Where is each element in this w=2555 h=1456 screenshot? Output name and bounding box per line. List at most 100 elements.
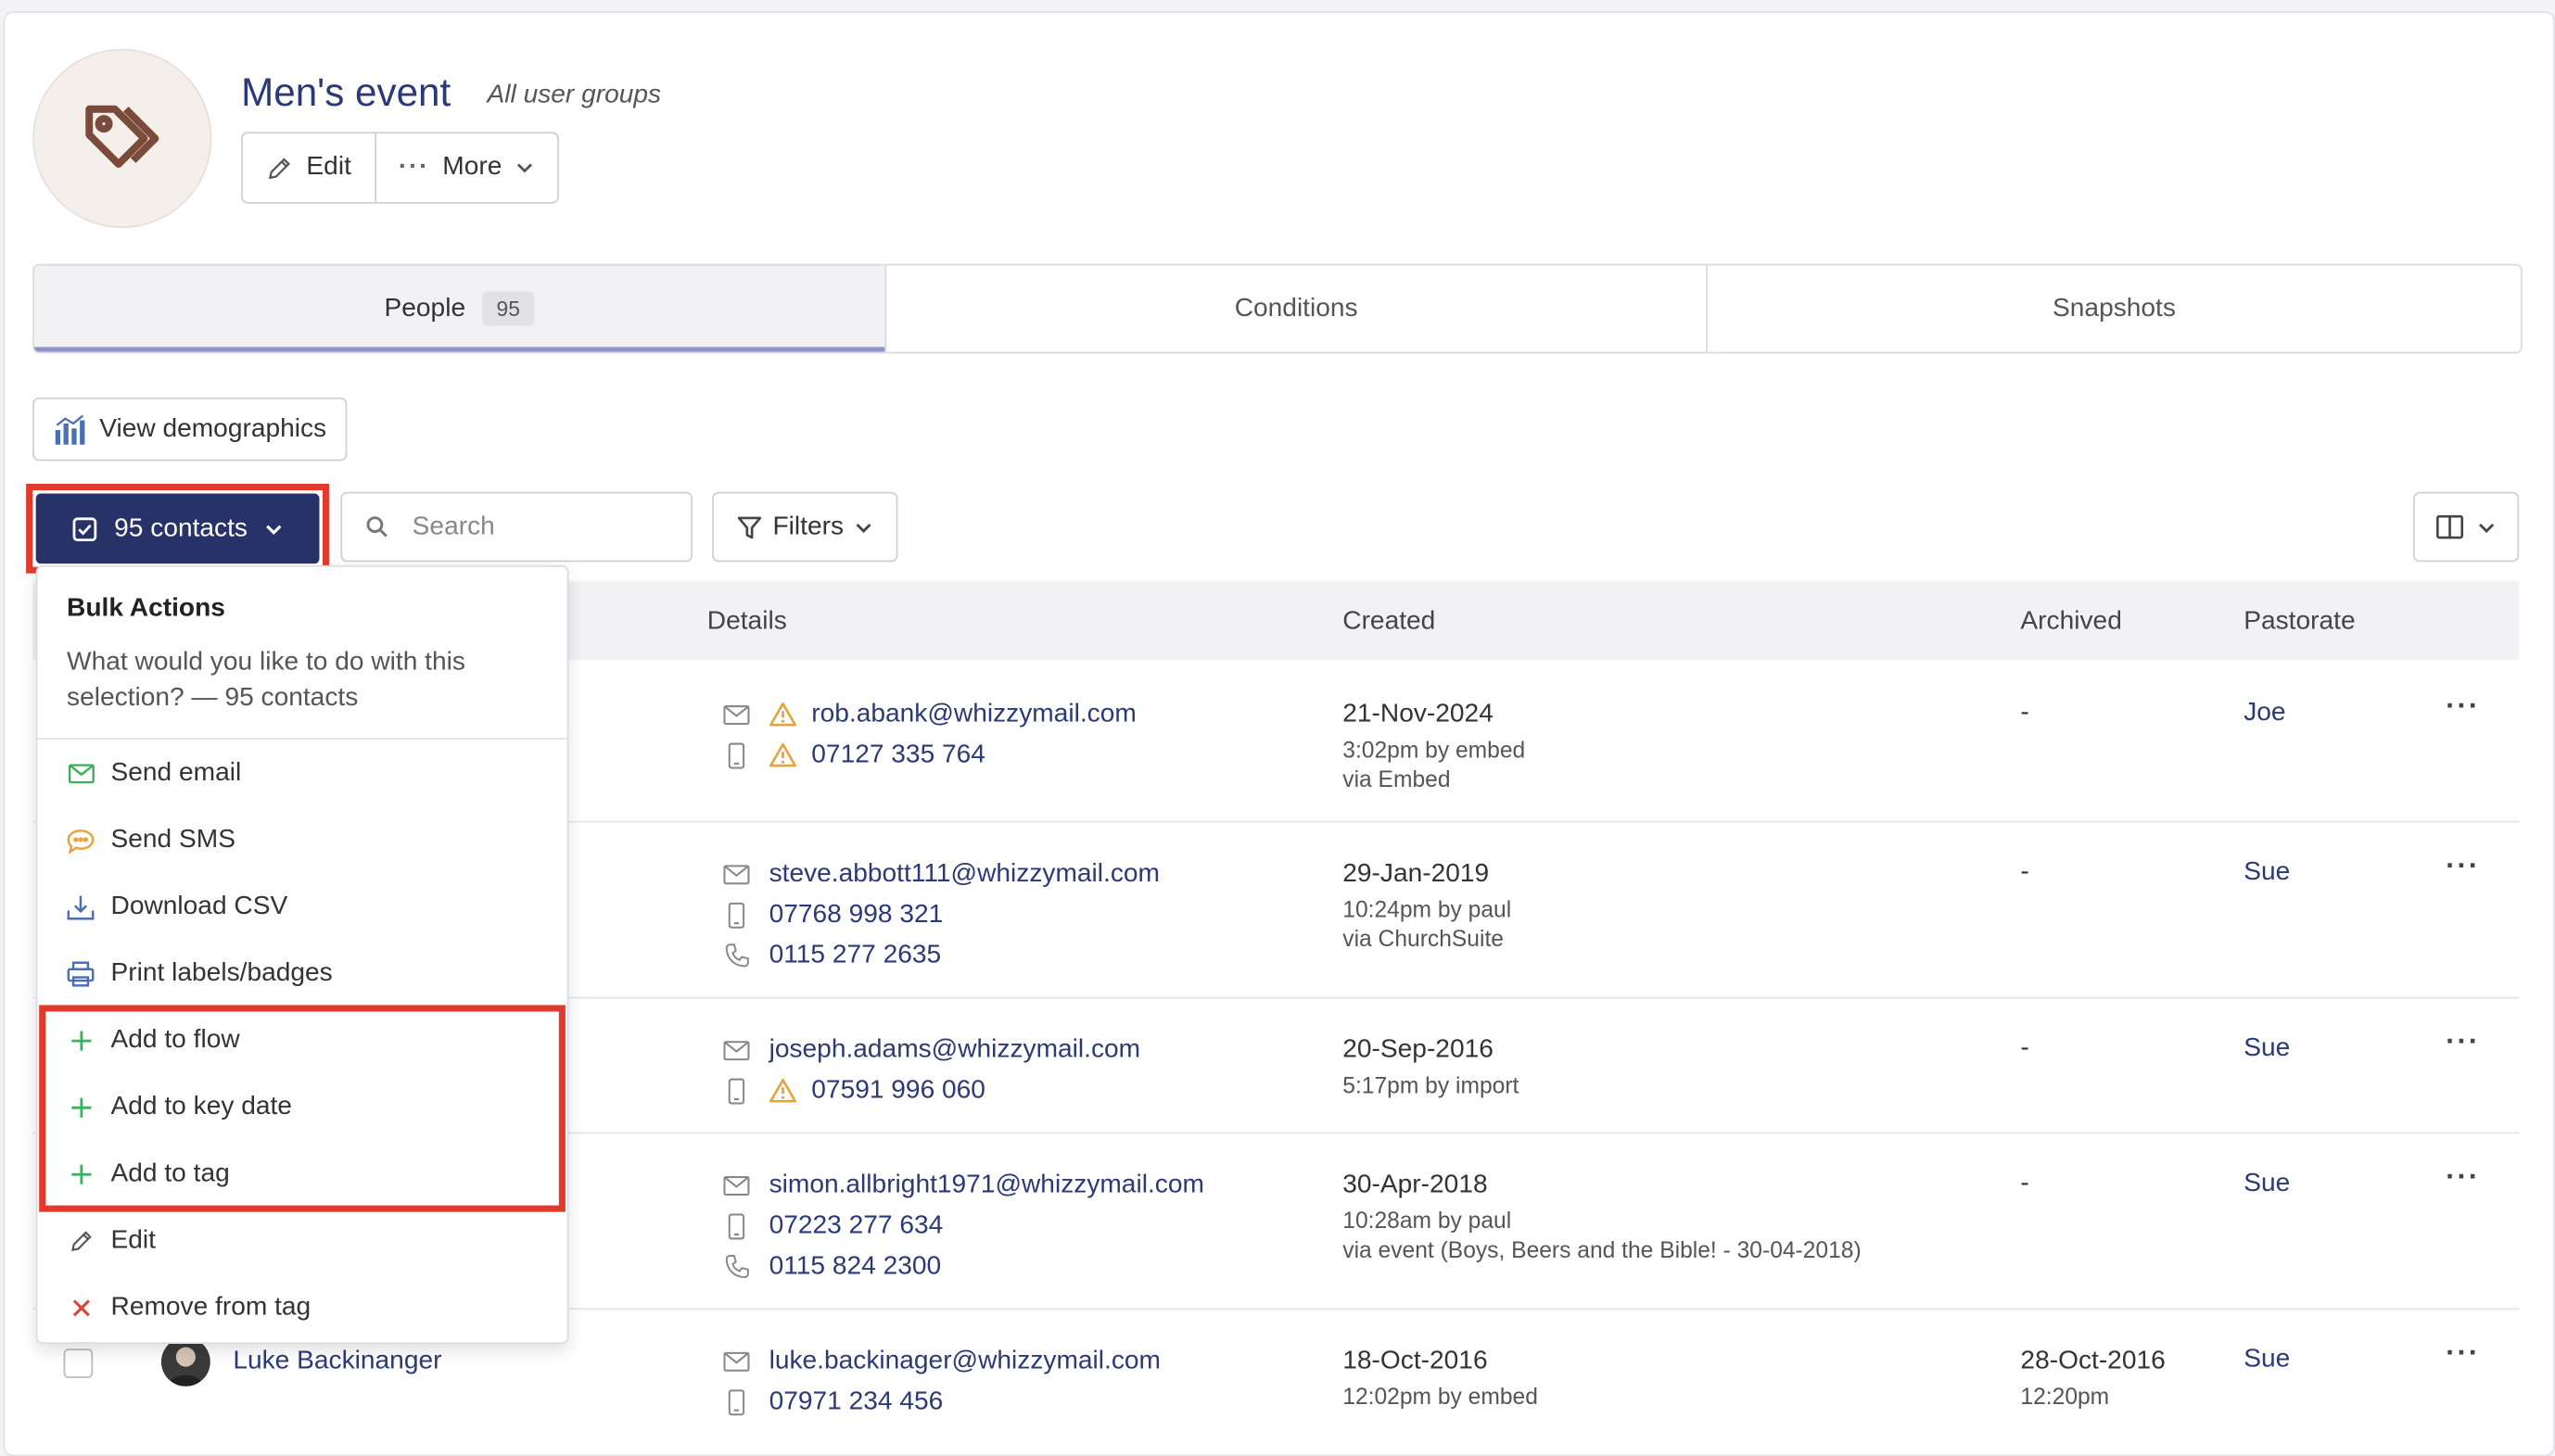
menu-item-label: Edit	[110, 1226, 156, 1255]
archived-cell: -	[2020, 1169, 2029, 1197]
created-date: 30-Apr-2018	[1342, 1171, 1488, 1199]
header-actions: Edit ··· More	[241, 132, 559, 204]
phone-link[interactable]: 0115 824 2300	[769, 1252, 942, 1282]
tab-people[interactable]: People 95	[33, 265, 885, 352]
mobile-icon	[717, 901, 756, 928]
menu-item-add-to-key-date[interactable]: Add to key date	[67, 1083, 540, 1133]
avatar	[161, 1336, 210, 1386]
details-cell: simon.allbright1971@whizzymail.com 07223…	[717, 1165, 1204, 1287]
created-via: via Embed	[1342, 766, 1451, 792]
funnel-icon	[738, 515, 762, 538]
row-actions-icon[interactable]: ···	[2446, 849, 2480, 883]
menu-item-label: Download CSV	[110, 893, 288, 921]
menu-item-add-to-flow[interactable]: Add to flow	[67, 1017, 540, 1066]
contacts-selection-label: 95 contacts	[114, 513, 248, 542]
pencil-icon	[67, 1228, 95, 1254]
menu-divider	[37, 738, 567, 740]
pastorate-link[interactable]: Sue	[2244, 1034, 2290, 1064]
menu-item-label: Send email	[110, 759, 242, 787]
plus-icon	[67, 1096, 95, 1120]
mobile-icon	[717, 1077, 756, 1104]
archived-time: 12:20pm	[2020, 1383, 2110, 1410]
archived-cell: -	[2020, 699, 2029, 727]
mobile-link[interactable]: 07591 996 060	[811, 1076, 985, 1106]
tab-people-label: People	[384, 294, 466, 323]
download-icon	[67, 894, 95, 920]
pastorate-link[interactable]: Sue	[2244, 858, 2290, 888]
chevron-down-icon	[856, 523, 871, 533]
archived-date: 28-Oct-2016	[2020, 1347, 2166, 1375]
created-by: 10:24pm by paul	[1342, 895, 1512, 922]
menu-item-remove-from-tag[interactable]: Remove from tag	[67, 1284, 540, 1333]
created-cell: 21-Nov-2024 3:02pm by embed via Embed	[1342, 694, 1525, 793]
tab-snapshots[interactable]: Snapshots	[1706, 265, 2522, 352]
chevron-down-icon	[2479, 523, 2495, 533]
pastorate-link[interactable]: Joe	[2244, 699, 2285, 728]
more-button[interactable]: ··· More	[374, 133, 558, 202]
envelope-icon	[717, 864, 756, 884]
mobile-link[interactable]: 07971 234 456	[769, 1387, 944, 1417]
tab-conditions[interactable]: Conditions	[884, 265, 1707, 352]
row-actions-icon[interactable]: ···	[2446, 1025, 2480, 1059]
menu-item-print-labels[interactable]: Print labels/badges	[67, 950, 540, 999]
mobile-link[interactable]: 07223 277 634	[769, 1211, 944, 1241]
menu-item-send-email[interactable]: Send email	[67, 749, 540, 798]
edit-label: Edit	[306, 153, 351, 182]
menu-item-edit[interactable]: Edit	[67, 1217, 540, 1266]
row-checkbox[interactable]	[63, 1348, 94, 1378]
menu-item-label: Remove from tag	[110, 1293, 311, 1322]
filters-button[interactable]: Filters	[712, 491, 898, 563]
columns-icon	[2436, 514, 2464, 539]
row-actions-icon[interactable]: ···	[2446, 1336, 2480, 1370]
email-link[interactable]: luke.backinager@whizzymail.com	[769, 1347, 1161, 1376]
mobile-link[interactable]: 07127 335 764	[811, 741, 985, 770]
search-icon	[366, 516, 388, 538]
menu-item-send-sms[interactable]: Send SMS	[67, 817, 540, 866]
mobile-icon	[717, 1212, 756, 1239]
contact-name-link[interactable]: Luke Backinanger	[233, 1348, 441, 1377]
email-link[interactable]: steve.abbott111@whizzymail.com	[769, 859, 1160, 889]
contacts-selection-button[interactable]: 95 contacts	[35, 493, 320, 564]
pastorate-link[interactable]: Sue	[2244, 1346, 2290, 1375]
search-box	[340, 491, 693, 563]
warning-icon	[769, 1078, 797, 1103]
view-demographics-label: View demographics	[99, 414, 327, 443]
row-actions-icon[interactable]: ···	[2446, 689, 2480, 723]
details-cell: joseph.adams@whizzymail.com 07591 996 06…	[717, 1030, 1140, 1111]
bar-chart-icon	[55, 414, 85, 444]
menu-item-label: Add to tag	[110, 1159, 230, 1188]
edit-button[interactable]: Edit	[243, 133, 375, 202]
view-demographics-button[interactable]: View demographics	[32, 397, 348, 462]
email-link[interactable]: joseph.adams@whizzymail.com	[769, 1035, 1141, 1065]
details-cell: steve.abbott111@whizzymail.com 07768 998…	[717, 854, 1160, 976]
archived-cell: 28-Oct-2016 12:20pm	[2020, 1341, 2165, 1412]
pastorate-link[interactable]: Sue	[2244, 1170, 2290, 1199]
column-header-details: Details	[706, 607, 787, 636]
envelope-icon	[717, 704, 756, 725]
menu-item-add-to-tag[interactable]: Add to tag	[67, 1150, 540, 1199]
created-by: 12:02pm by embed	[1342, 1383, 1538, 1410]
columns-toggle-button[interactable]	[2413, 491, 2520, 563]
phone-link[interactable]: 0115 277 2635	[769, 941, 942, 970]
archived-cell: -	[2020, 858, 2029, 887]
envelope-icon	[717, 1350, 756, 1372]
chevron-down-icon	[265, 524, 282, 535]
email-link[interactable]: rob.abank@whizzymail.com	[811, 700, 1137, 729]
column-header-created: Created	[1342, 607, 1436, 636]
phone-icon	[717, 1254, 756, 1279]
page-subtitle: All user groups	[487, 81, 662, 109]
mobile-link[interactable]: 07768 998 321	[769, 900, 944, 930]
more-label: More	[442, 153, 502, 182]
tab-snapshots-label: Snapshots	[2053, 294, 2176, 323]
email-link[interactable]: simon.allbright1971@whizzymail.com	[769, 1171, 1204, 1200]
page-title: Men's event	[241, 71, 451, 116]
details-cell: luke.backinager@whizzymail.com 07971 234…	[717, 1341, 1161, 1423]
search-input[interactable]	[409, 511, 660, 544]
row-actions-icon[interactable]: ···	[2446, 1159, 2480, 1194]
menu-item-download-csv[interactable]: Download CSV	[67, 883, 540, 932]
archived-cell: -	[2020, 1034, 2029, 1062]
mobile-icon	[717, 1388, 756, 1415]
created-via: via ChurchSuite	[1342, 925, 1504, 952]
mobile-icon	[717, 741, 756, 768]
created-by: 3:02pm by embed	[1342, 736, 1526, 763]
